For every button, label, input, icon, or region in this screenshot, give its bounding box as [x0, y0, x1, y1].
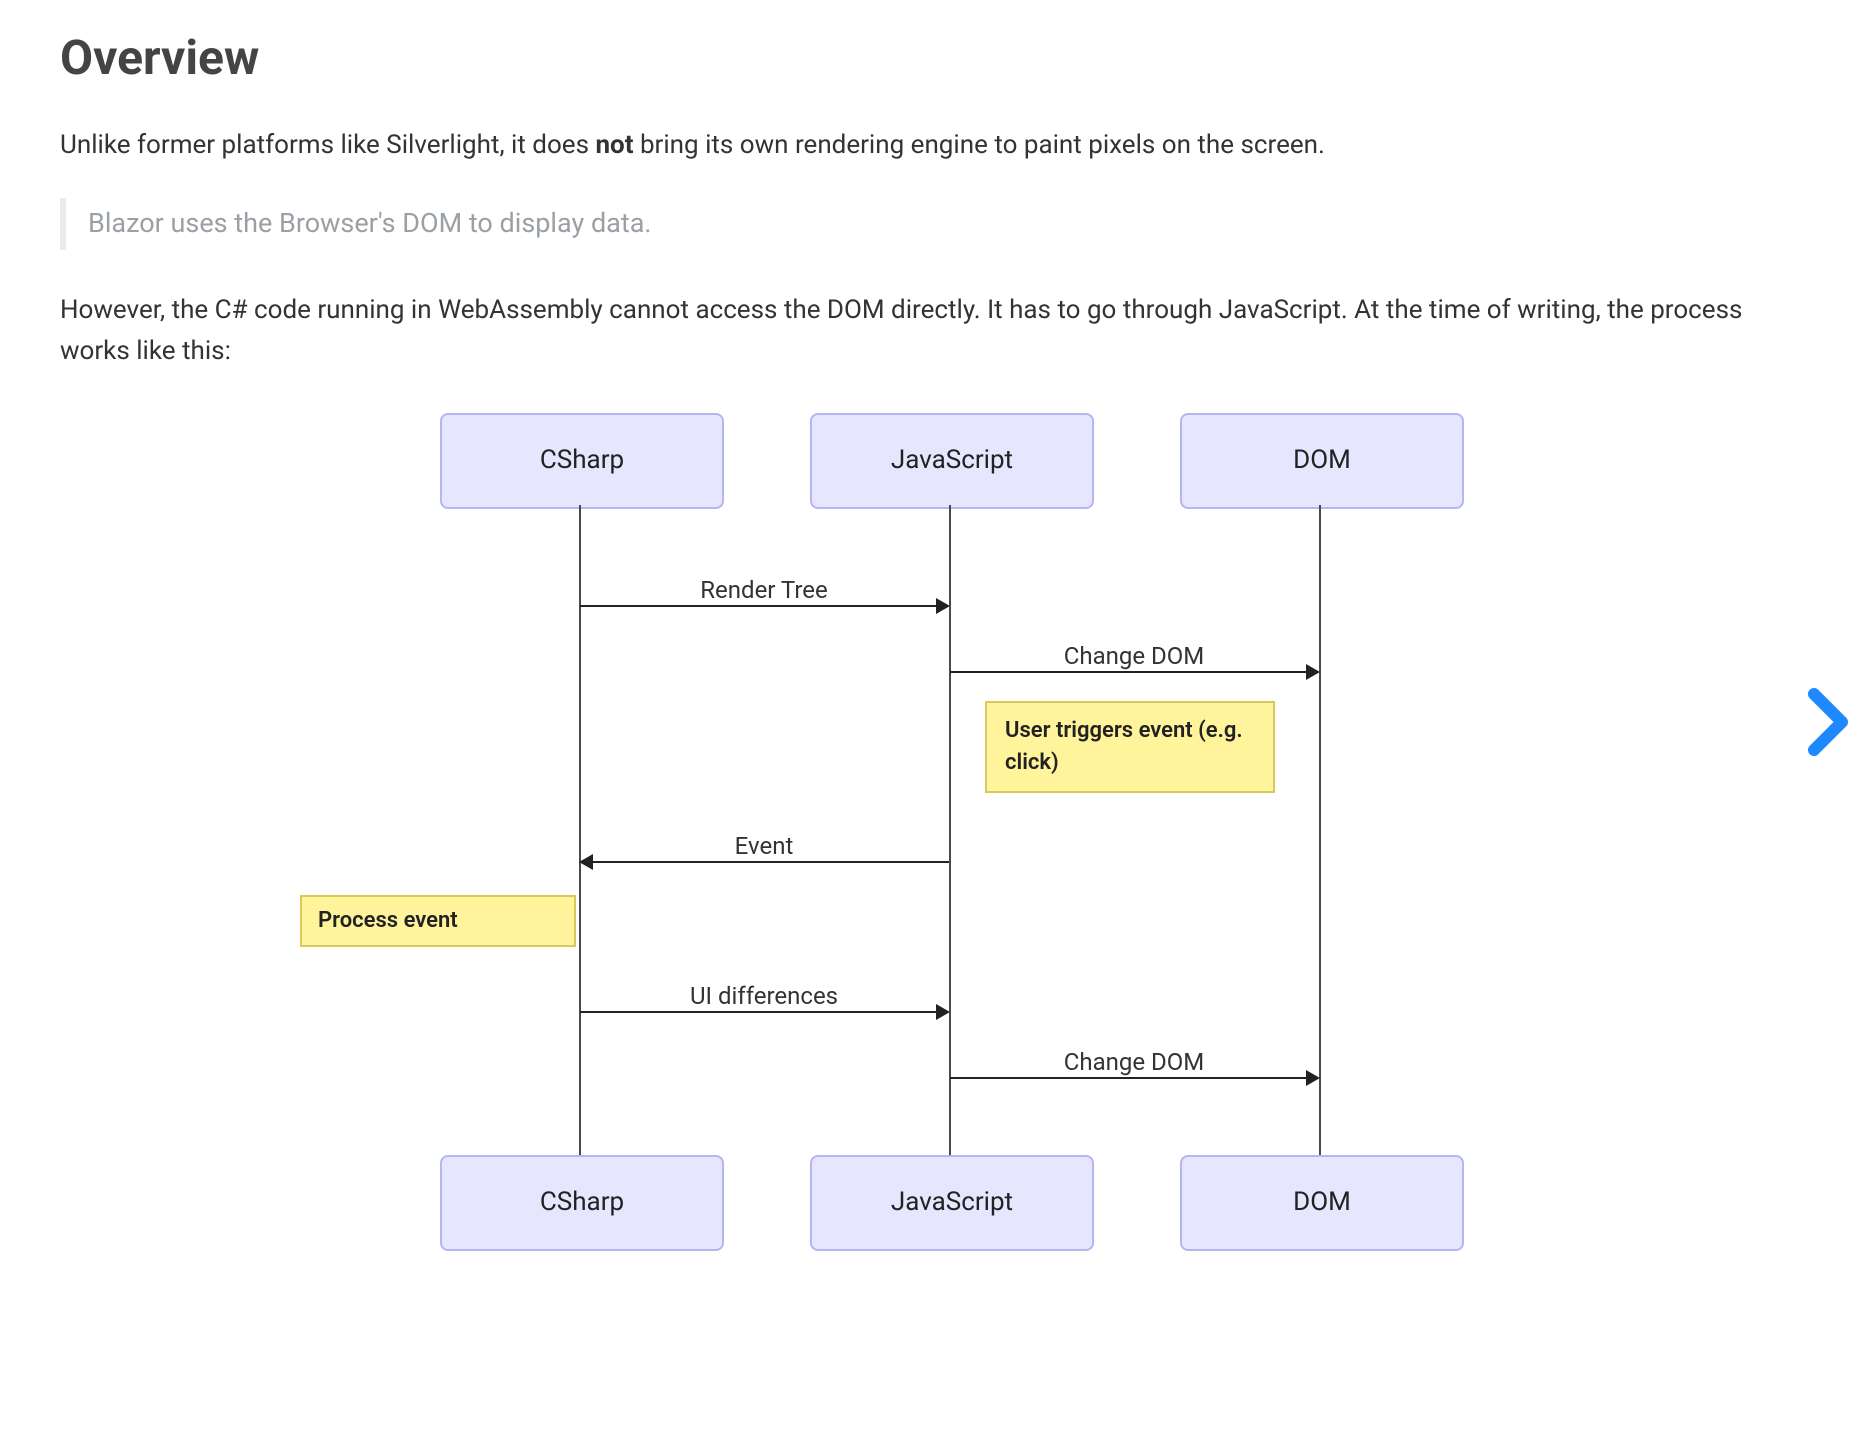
actor-javascript-bottom: JavaScript [810, 1155, 1094, 1251]
note-process-event: Process event [300, 895, 576, 947]
actor-csharp-top: CSharp [440, 413, 724, 509]
sequence-diagram: CSharp JavaScript DOM Render Tree Change… [260, 413, 1560, 1283]
intro-p1-pre: Unlike former platforms like Silverlight… [60, 130, 595, 160]
actor-csharp-bottom: CSharp [440, 1155, 724, 1251]
intro-paragraph-1: Unlike former platforms like Silverlight… [60, 125, 1760, 167]
section-heading: Overview [60, 20, 1760, 97]
actor-javascript-top: JavaScript [810, 413, 1094, 509]
next-page-button[interactable] [1806, 686, 1854, 758]
callout-blockquote: Blazor uses the Browser's DOM to display… [60, 198, 1760, 249]
chevron-right-icon [1806, 736, 1854, 764]
label-event: Event [580, 827, 948, 865]
intro-p1-bold: not [595, 130, 633, 160]
note-user-triggers-event: User triggers event (e.g. click) [985, 701, 1275, 793]
intro-paragraph-2: However, the C# code running in WebAssem… [60, 290, 1760, 373]
intro-p1-post: bring its own rendering engine to paint … [634, 130, 1325, 160]
label-render-tree: Render Tree [580, 571, 948, 609]
label-change-dom-1: Change DOM [950, 637, 1318, 675]
actor-dom-top: DOM [1180, 413, 1464, 509]
lifeline-dom [1319, 505, 1321, 1155]
label-ui-differences: UI differences [580, 977, 948, 1015]
label-change-dom-2: Change DOM [950, 1043, 1318, 1081]
actor-dom-bottom: DOM [1180, 1155, 1464, 1251]
